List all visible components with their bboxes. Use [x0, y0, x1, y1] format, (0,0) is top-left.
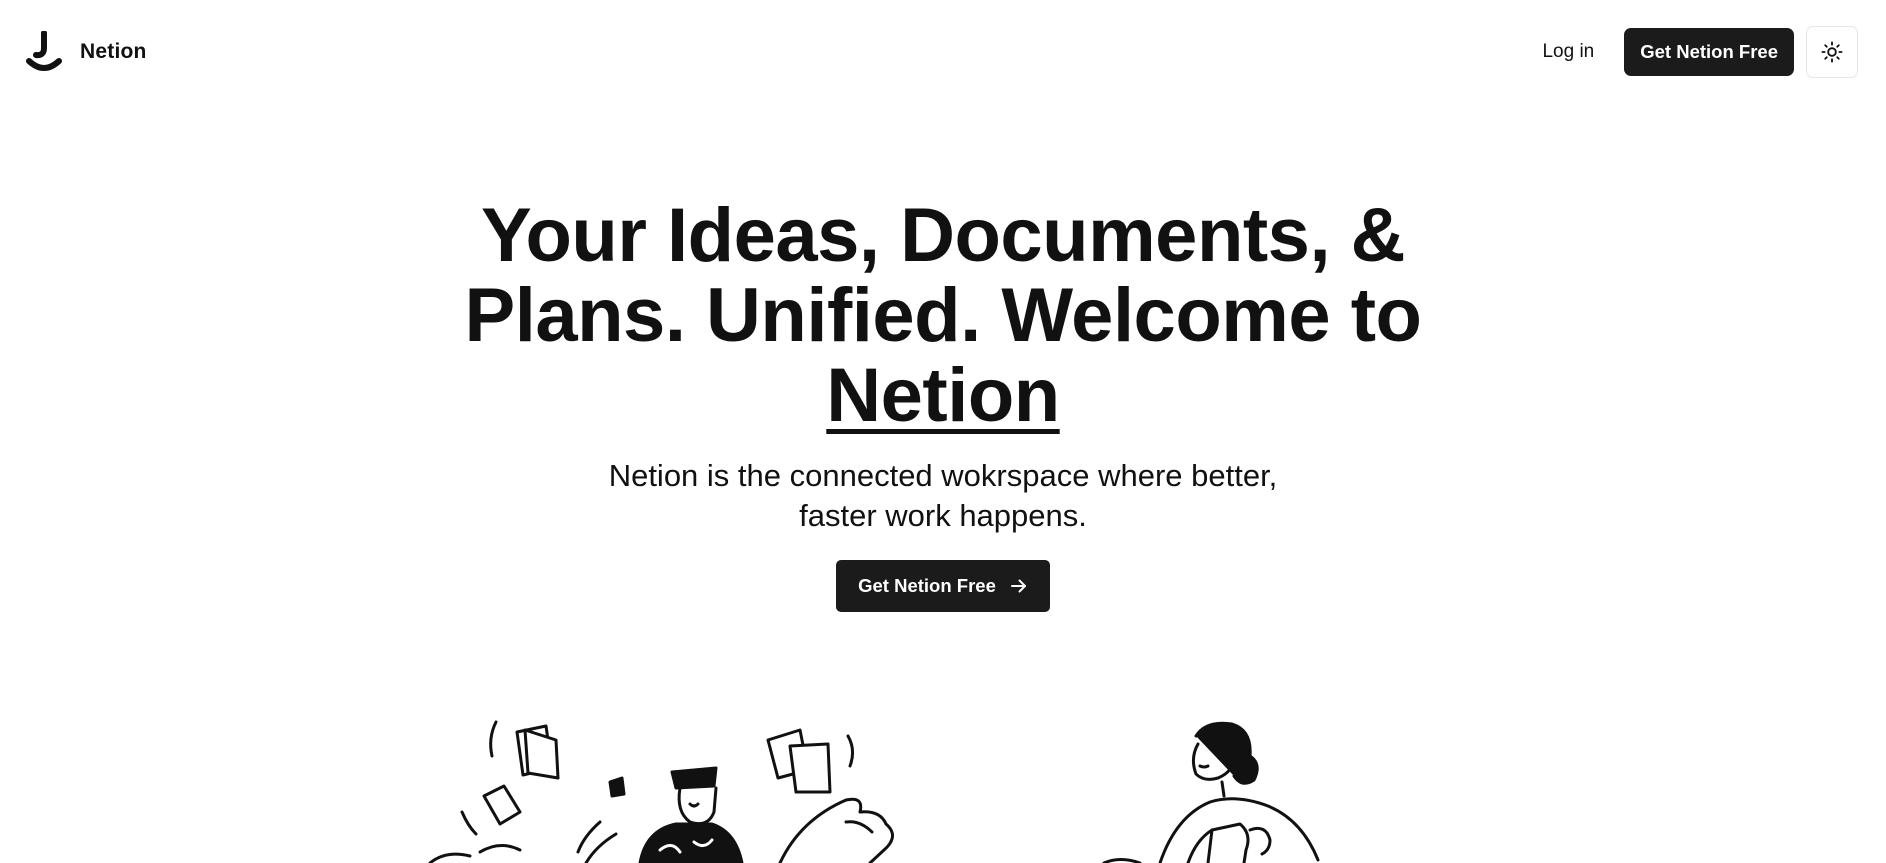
site-header: Netion Log in Get Netion Free [0, 0, 1886, 102]
people-juggling-documents-illustration [428, 720, 894, 863]
brand-name: Netion [80, 40, 147, 63]
netion-logo-icon [26, 31, 62, 71]
arrow-right-icon [1010, 579, 1026, 593]
headline-text: Your Ideas, Documents, & Plans. Unified.… [464, 193, 1422, 358]
hero-cta-label: Get Netion Free [858, 575, 996, 596]
hero-subheading: Netion is the connected wokrspace where … [608, 458, 1278, 533]
person-reading-illustration [1102, 721, 1320, 863]
get-netion-free-button[interactable]: Get Netion Free [1624, 28, 1794, 76]
brand-home-link[interactable]: Netion [26, 31, 147, 73]
landing-page: Netion Log in Get Netion Free Your Ideas… [0, 0, 1886, 863]
hero-cta-button[interactable]: Get Netion Free [836, 560, 1050, 612]
hero-illustration [0, 700, 1886, 863]
hero-headline: Your Ideas, Documents, & Plans. Unified.… [413, 196, 1473, 436]
login-button[interactable]: Log in [1520, 28, 1616, 76]
headline-brand: Netion [826, 353, 1060, 438]
sun-icon [1821, 41, 1843, 63]
theme-toggle-button[interactable] [1806, 26, 1858, 78]
header-actions: Log in Get Netion Free [1520, 26, 1858, 78]
hero-section: Your Ideas, Documents, & Plans. Unified.… [0, 196, 1886, 612]
